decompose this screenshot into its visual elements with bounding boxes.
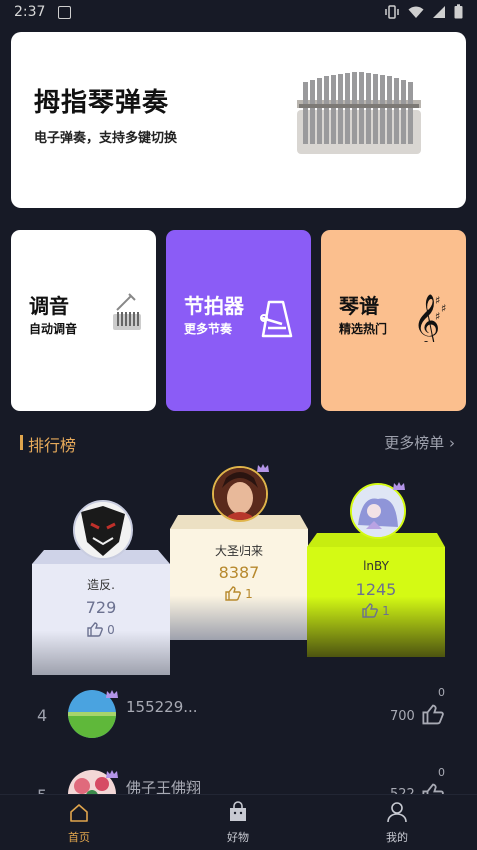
thumbs-up-icon [87,622,104,637]
podium-first[interactable]: 大圣归来 8387 1 [170,515,308,640]
podium-third-like-count: 1 [382,603,390,618]
shopping-bag-icon [230,801,246,821]
metronome-icon [260,300,293,338]
crown-icon [106,770,118,778]
thumbs-up-icon[interactable] [422,704,444,725]
svg-text:♯: ♯ [435,294,440,307]
treble-clef-icon: 𝄞 ♯ ♯ ♯ [413,293,446,342]
podium-second[interactable]: 造反. 729 0 [32,550,170,675]
ranking-title: 排行榜 [28,436,77,455]
metronome-subtitle: 更多节奏 [184,322,233,336]
tuner-card[interactable]: 调音 自动调音 [11,230,156,411]
podium-second-avatar[interactable] [73,500,133,560]
podium-third-name: lnBY [363,559,389,573]
podium-second-likes[interactable]: 0 [32,622,170,637]
tuner-icon [113,293,141,330]
hero-title: 拇指琴弹奏 [34,88,170,118]
sheet-music-card[interactable]: 琴谱 精选热门 𝄞 ♯ ♯ ♯ [321,230,466,411]
battery-icon [454,4,463,19]
avatar-image [214,468,266,520]
thumbs-up-icon [225,586,242,601]
row-name: 佛子王佛翔 [126,779,202,794]
notification-icon [58,6,71,19]
status-time: 2:37 [14,4,46,20]
vibrate-icon [385,4,399,19]
podium-first-like-count: 1 [245,586,253,601]
row-score: 700 [390,709,415,724]
hero-subtitle: 电子弹奏，支持多键切换 [34,131,178,146]
svg-text:♯: ♯ [441,302,446,315]
tuner-subtitle: 自动调音 [29,322,78,336]
avatar-image [352,485,404,537]
crown-icon [393,482,405,490]
row-like-count: 0 [438,766,445,779]
podium-third-likes[interactable]: 1 [307,603,445,618]
podium-first-avatar[interactable] [212,466,268,522]
thumbs-up-icon[interactable] [422,783,444,794]
row-rank: 4 [37,706,48,725]
ranking-row-5[interactable]: 5 佛子王佛翔 0 522 [0,760,477,794]
row-like-count: 0 [438,686,445,699]
row-name: 155229... [126,698,198,716]
ranking-row-4[interactable]: 4 155229... 0 700 [0,680,477,750]
podium-third-avatar[interactable] [350,483,406,539]
podium-second-name: 造反. [87,578,115,592]
tuner-title: 调音 [29,294,69,318]
podium-first-score: 8387 [218,563,260,582]
metronome-card[interactable]: 节拍器 更多节奏 [166,230,311,411]
podium-third[interactable]: lnBY 1245 1 [307,533,445,657]
status-icons [384,4,463,19]
more-rankings-link[interactable]: 更多榜单 › [384,432,455,453]
crown-icon [106,690,118,698]
user-icon [387,802,407,823]
nav-home-label: 首页 [68,831,90,844]
sheet-music-title: 琴谱 [339,294,379,318]
sheet-music-subtitle: 精选热门 [339,322,388,336]
thumbs-up-icon [362,603,379,618]
avatar-image [75,502,131,558]
podium-second-like-count: 0 [107,622,115,637]
podium-second-score: 729 [85,598,117,617]
row-rank: 5 [37,786,47,794]
ranking-accent-bar [20,435,23,450]
crown-icon [257,464,269,472]
svg-text:♯: ♯ [435,310,440,323]
bottom-nav: 首页 好物 我的 [0,794,477,850]
metronome-title: 节拍器 [184,294,244,318]
row-score: 522 [390,787,415,794]
signal-icon [433,5,445,18]
podium-third-score: 1245 [355,580,397,599]
podium-first-name: 大圣归来 [214,544,263,558]
home-icon [70,804,88,822]
status-bar: 2:37 [0,0,477,26]
nav-profile-label: 我的 [386,831,408,844]
wifi-icon [408,6,424,18]
podium-first-likes[interactable]: 1 [170,586,308,601]
nav-goods-label: 好物 [227,831,249,844]
kalimba-image [297,72,421,154]
